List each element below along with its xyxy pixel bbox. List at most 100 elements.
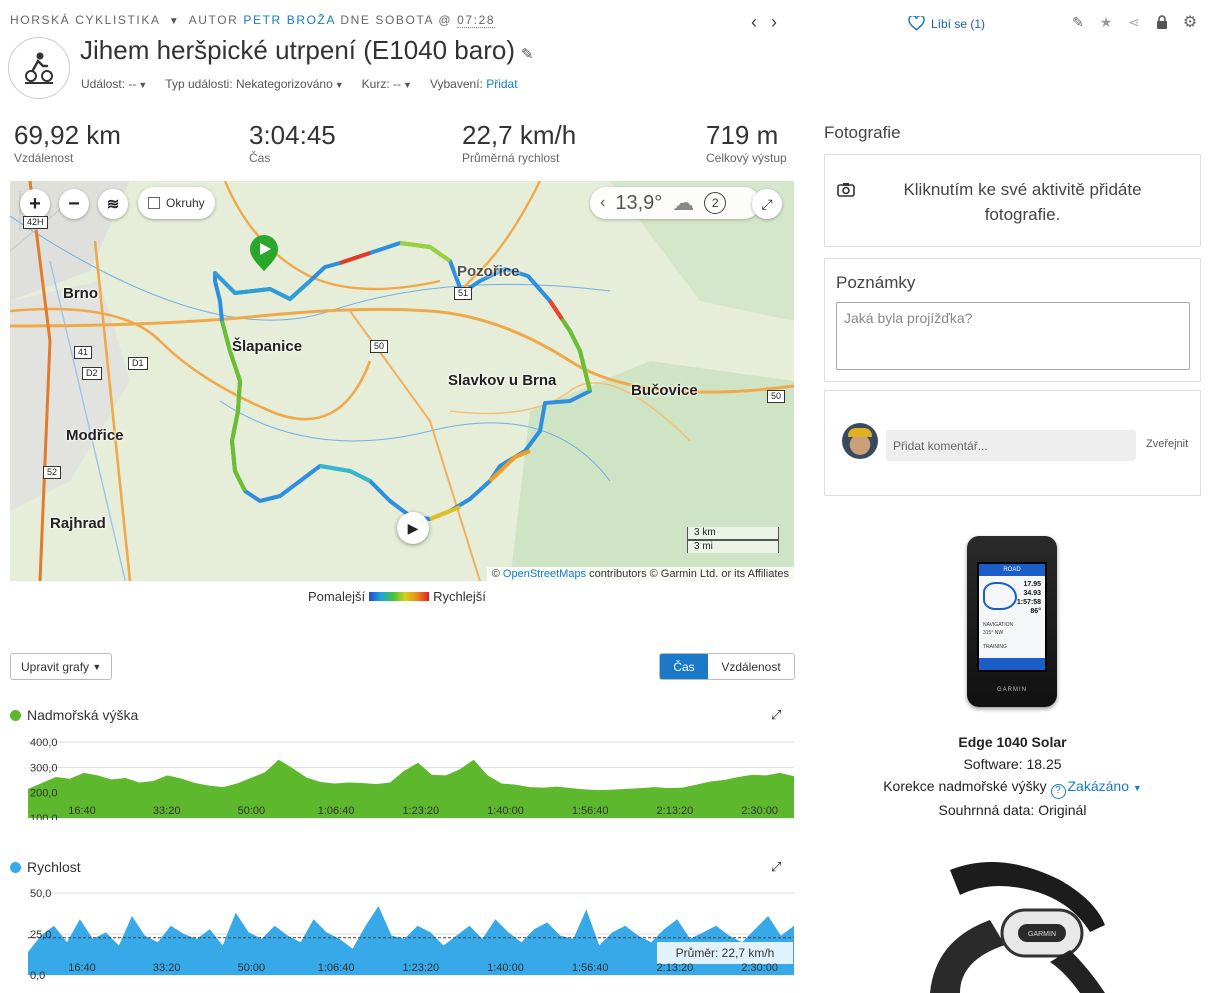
laps-toggle[interactable]: Okruhy [138, 187, 215, 219]
heart-icon [908, 16, 925, 31]
page-title: Jihem heršpické utrpení (E1040 baro) ✎ [80, 35, 534, 66]
course-field[interactable]: Kurz: -- ▼ [362, 77, 412, 91]
road-number: 42H [23, 216, 48, 229]
device-info: Edge 1040 Solar Software: 18.25 Korekce … [824, 731, 1201, 821]
laps-label: Okruhy [166, 196, 205, 210]
expand-chart-icon[interactable]: ⤢ [771, 707, 781, 723]
y-tick-label: 25,0 [30, 929, 51, 941]
x-tick-label: 2:13:20 [657, 962, 694, 974]
temperature: 13,9° [615, 191, 663, 214]
add-gear-link[interactable]: Přidat [486, 77, 517, 91]
stat-time: 3:04:45 Čas [249, 120, 336, 165]
caret-down-icon: ▼ [138, 80, 148, 90]
edit-graphs-button[interactable]: Upravit grafy ▼ [10, 653, 113, 680]
event-field[interactable]: Událost: -- ▼ [81, 77, 147, 91]
y-tick-label: 200,0 [30, 788, 58, 800]
notes-textarea[interactable]: Jaká byla projížďka? [836, 302, 1190, 370]
road-number: 52 [43, 466, 62, 479]
x-tick-label: 1:06:40 [318, 805, 355, 817]
device-name: Edge 1040 Solar [958, 734, 1067, 750]
chevron-left-icon[interactable]: ‹ [600, 194, 605, 212]
weather-widget[interactable]: ‹ 13,9° ☁ 2 [590, 187, 760, 219]
speed-chart-title: Rychlost [10, 859, 81, 875]
y-tick-label: 400,0 [30, 737, 58, 749]
road-number: 51 [454, 287, 473, 300]
average-text: Průměr: 22,7 km/h [676, 946, 775, 960]
caret-down-icon: ▼ [403, 80, 412, 90]
activity-title[interactable]: Jihem heršpické utrpení (E1040 baro) [80, 35, 515, 65]
x-tick-label: 1:23:20 [402, 962, 439, 974]
x-tick-label: 16:40 [68, 962, 96, 974]
caret-down-icon: ▼ [334, 80, 344, 90]
map-attribution: © OpenStreetMaps contributors © Garmin L… [486, 567, 794, 581]
publish-button[interactable]: Zveřejnit [1146, 438, 1188, 450]
caret-down-icon[interactable]: ▼ [169, 16, 181, 27]
play-icon[interactable]: ▶ [397, 512, 429, 544]
zoom-out-button[interactable]: − [59, 189, 89, 219]
x-tick-label: 2:30:00 [741, 805, 778, 817]
osm-link[interactable]: OpenStreetMaps [503, 568, 586, 580]
laps-checkbox[interactable] [148, 197, 160, 209]
fullscreen-icon[interactable]: ⤢ [752, 189, 782, 219]
svg-text:GARMIN: GARMIN [1028, 931, 1056, 938]
distance-axis-button[interactable]: Vzdálenost [708, 654, 794, 679]
speed-dot-icon [10, 861, 21, 873]
previous-icon[interactable]: ‹ [751, 12, 757, 33]
pencil-icon[interactable]: ✎ [1070, 14, 1086, 30]
share-icon[interactable]: ⋖ [1126, 14, 1142, 30]
caret-down-icon: ▼ [92, 661, 102, 672]
activity-category[interactable]: HORSKÁ CYKLISTIKA [10, 13, 160, 27]
photos-card[interactable]: Kliknutím ke své aktivitě přidáte fotogr… [824, 154, 1201, 247]
event-type-field[interactable]: Typ události: Nekategorizováno ▼ [165, 77, 343, 91]
author-prefix: AUTOR [188, 13, 239, 27]
author-link[interactable]: PETR BROŽA [243, 13, 335, 27]
like-button[interactable]: Líbí se (1) [908, 16, 985, 31]
x-tick-label: 1:56:40 [572, 805, 609, 817]
road-number: 50 [370, 340, 389, 353]
elevation-correction-dropdown[interactable]: Zakázáno ▼ [1068, 778, 1142, 794]
x-tick-label: 33:20 [153, 805, 181, 817]
x-tick-label: 33:20 [153, 962, 181, 974]
speed-chart[interactable]: Průměr: 22,7 km/h 50,0 25,0 0,0 16:40 33:20 50… [10, 887, 794, 981]
stat-distance: 69,92 km Vzdálenost [14, 120, 121, 165]
elevation-correction: Korekce nadmořské výšky ? Zakázáno ▼ [824, 775, 1201, 799]
help-icon[interactable]: ? [1050, 783, 1066, 799]
y-tick-label: 300,0 [30, 762, 58, 774]
activity-nav: ‹ › [751, 12, 777, 33]
heart-rate-strap-image: GARMIN [920, 850, 1110, 993]
place-label: Šlapanice [232, 338, 303, 355]
x-tick-label: 2:30:00 [741, 962, 778, 974]
elevation-chart-title: Nadmořská výška [10, 707, 138, 723]
place-label: Modřice [66, 427, 124, 444]
photos-heading: Fotografie [824, 123, 901, 142]
comment-input[interactable]: Přidat komentář... [886, 430, 1136, 461]
place-label: Rajhrad [50, 515, 106, 532]
gear-field: Vybavení: Přidat [429, 77, 518, 91]
gear-icon[interactable]: ⚙ [1182, 14, 1198, 31]
x-axis-toggle: Čas Vzdálenost [659, 653, 795, 680]
date-prefix: DNE SOBOTA @ [340, 13, 453, 27]
layers-button[interactable]: ≋ [98, 189, 128, 219]
time-axis-button[interactable]: Čas [660, 654, 708, 679]
average-label: Průměr: 22,7 km/h [657, 942, 793, 964]
speed-gradient [369, 592, 430, 601]
stat-avg-speed: 22,7 km/h Průměrná rychlost [462, 120, 577, 165]
expand-chart-icon[interactable]: ⤢ [771, 859, 781, 875]
star-icon[interactable]: ★ [1098, 14, 1114, 30]
summary-data: Souhrnná data: Originál [938, 802, 1087, 818]
edit-title-icon[interactable]: ✎ [521, 46, 534, 63]
elevation-chart[interactable]: 400,0 300,0 200,0 100,0 16:40 33:20 50:00 1:06:… [10, 736, 794, 820]
next-icon[interactable]: › [771, 12, 777, 33]
zoom-in-button[interactable]: + [20, 189, 50, 219]
x-tick-label: 1:40:00 [487, 805, 524, 817]
x-tick-label: 16:40 [68, 805, 96, 817]
device-image: ROAD 17.95 34.93 1:57:58 86° NAVIGATION 315… [967, 536, 1057, 707]
route-map[interactable]: + − ≋ Okruhy ‹ 13,9° ☁ 2 ⤢ Brno Šlapanic… [10, 181, 794, 581]
add-photos-text[interactable]: Kliknutím ke své aktivitě přidáte fotogr… [880, 177, 1165, 227]
comments-card: Přidat komentář... Zveřejnit [824, 390, 1201, 496]
y-tick-label: 100,0 [30, 813, 58, 820]
lock-icon[interactable] [1154, 14, 1170, 30]
elevation-dot-icon [10, 709, 21, 721]
x-tick-label: 1:56:40 [572, 962, 609, 974]
road-number: 50 [767, 390, 786, 403]
